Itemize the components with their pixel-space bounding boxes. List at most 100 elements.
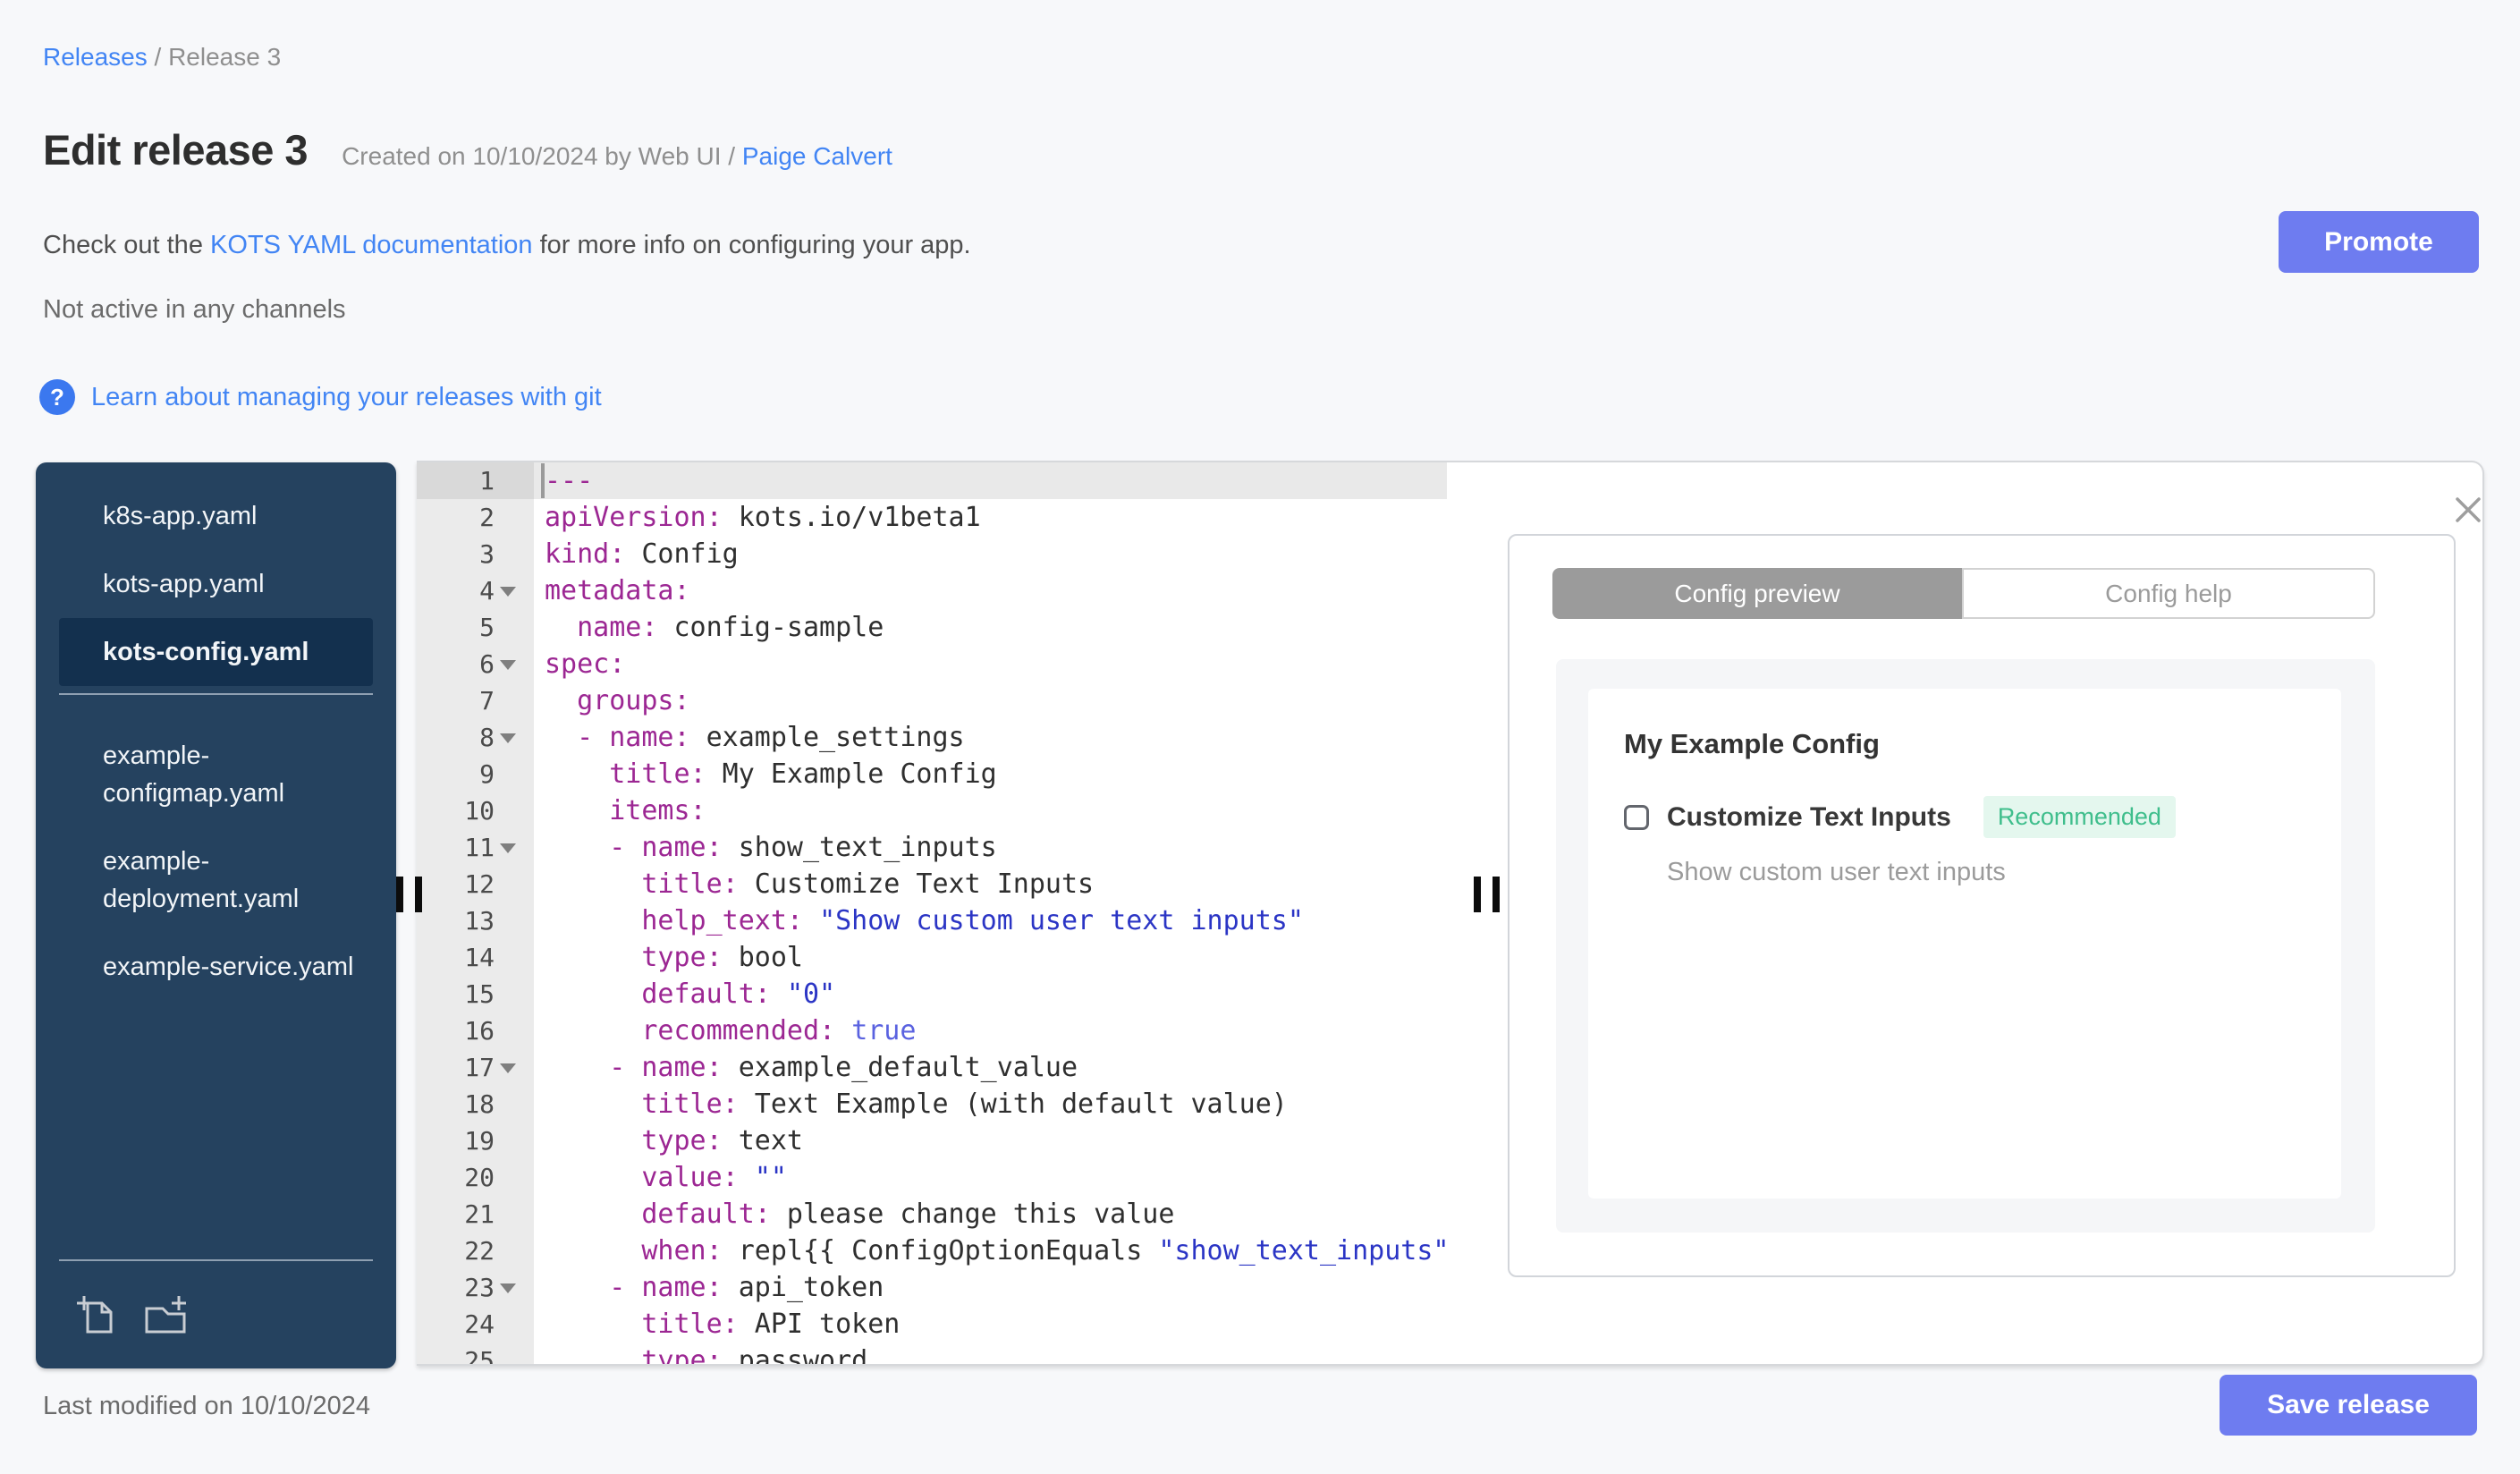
recommended-badge: Recommended — [1983, 796, 2176, 838]
created-by-link[interactable]: Paige Calvert — [742, 142, 892, 170]
sidebar-file-k8s-app.yaml[interactable]: k8s-app.yaml — [59, 482, 387, 550]
line-number: 24 — [417, 1306, 534, 1343]
code-line-16: 16 recommended: true — [417, 1012, 1447, 1049]
code-text: when: repl{{ ConfigOptionEquals "show_te… — [641, 1235, 1447, 1266]
close-icon[interactable] — [2452, 494, 2482, 529]
save-release-button[interactable]: Save release — [2220, 1375, 2477, 1436]
fold-arrow-icon[interactable] — [500, 660, 516, 670]
kots-yaml-doc-link[interactable]: KOTS YAML documentation — [210, 231, 533, 259]
pane-resizer-right[interactable] — [1474, 877, 1500, 912]
code-line-1: 1 --- — [417, 462, 1447, 499]
code-text: title: Text Example (with default value) — [641, 1089, 1288, 1120]
line-number: 6 — [417, 646, 534, 682]
line-number: 3 — [417, 536, 534, 572]
code-line-10: 10 items: — [417, 792, 1447, 829]
code-text: - name: example_settings — [577, 722, 965, 753]
code-line-3: 3 kind: Config — [417, 536, 1447, 572]
code-text: default: please change this value — [641, 1199, 1175, 1230]
sidebar-actions — [59, 1259, 373, 1368]
code-line-22: 22 when: repl{{ ConfigOptionEquals "show… — [417, 1233, 1447, 1269]
code-line-24: 24 title: API token — [417, 1306, 1447, 1343]
line-number: 18 — [417, 1086, 534, 1122]
code-line-25: 25 type: password — [417, 1343, 1447, 1364]
line-number: 21 — [417, 1196, 534, 1233]
sidebar-file-kots-app.yaml[interactable]: kots-app.yaml — [59, 550, 387, 618]
fold-arrow-icon[interactable] — [500, 1063, 516, 1073]
line-number: 7 — [417, 682, 534, 719]
text-cursor — [541, 463, 545, 498]
line-number: 13 — [417, 902, 534, 939]
tab-config-help[interactable]: Config help — [1962, 568, 2375, 619]
code-line-21: 21 default: please change this value — [417, 1196, 1447, 1233]
code-line-6: 6 spec: — [417, 646, 1447, 682]
code-text: type: bool — [641, 942, 803, 973]
sidebar-file-example-configmap.yaml[interactable]: example-configmap.yaml — [59, 722, 387, 827]
code-text: recommended: true — [641, 1015, 917, 1046]
code-text: title: My Example Config — [609, 758, 997, 790]
config-checkbox[interactable] — [1624, 804, 1649, 830]
code-text: type: password — [641, 1345, 868, 1364]
fold-arrow-icon[interactable] — [500, 843, 516, 853]
file-list-secondary: example-configmap.yaml example-deployment… — [36, 702, 396, 1001]
git-help-row[interactable]: ? Learn about managing your releases wit… — [39, 379, 602, 415]
sidebar-divider — [59, 693, 373, 695]
code-text: kind: Config — [545, 538, 739, 570]
fold-arrow-icon[interactable] — [500, 733, 516, 743]
line-number: 25 — [417, 1343, 534, 1364]
code-line-5: 5 name: config-sample — [417, 609, 1447, 646]
code-text: apiVersion: kots.io/v1beta1 — [545, 502, 981, 533]
git-help-link[interactable]: Learn about managing your releases with … — [91, 383, 602, 412]
pane-resizer-left[interactable] — [396, 877, 422, 912]
code-line-20: 20 value: "" — [417, 1159, 1447, 1196]
file-list-primary: k8s-app.yaml kots-app.yaml kots-config.yam… — [36, 462, 396, 686]
code-text: name: config-sample — [577, 612, 884, 643]
code-editor[interactable]: 1 --- 2 apiVersion: kots.io/v1beta1 3 kind: C… — [417, 462, 1447, 1364]
line-number: 8 — [417, 719, 534, 756]
promote-button[interactable]: Promote — [2279, 211, 2479, 273]
code-text: title: Customize Text Inputs — [641, 868, 1095, 900]
file-sidebar: k8s-app.yaml kots-app.yaml kots-config.yam… — [36, 462, 396, 1368]
code-line-12: 12 title: Customize Text Inputs — [417, 866, 1447, 902]
fold-arrow-icon[interactable] — [500, 1283, 516, 1293]
breadcrumb: Releases / Release 3 — [43, 43, 281, 72]
line-number: 12 — [417, 866, 534, 902]
line-number: 15 — [417, 976, 534, 1012]
new-file-icon[interactable] — [75, 1292, 118, 1338]
code-line-4: 4 metadata: — [417, 572, 1447, 609]
code-text: metadata: — [545, 575, 690, 606]
code-line-15: 15 default: "0" — [417, 976, 1447, 1012]
line-number: 23 — [417, 1269, 534, 1306]
config-item-help: Show custom user text inputs — [1667, 858, 2006, 886]
code-text: spec: — [545, 648, 626, 680]
last-modified-text: Last modified on 10/10/2024 — [43, 1392, 370, 1420]
code-text: items: — [609, 795, 706, 826]
sidebar-file-example-service.yaml[interactable]: example-service.yaml — [59, 933, 387, 1001]
code-line-23: 23 - name: api_token — [417, 1269, 1447, 1306]
line-number: 4 — [417, 572, 534, 609]
code-line-17: 17 - name: example_default_value — [417, 1049, 1447, 1086]
sidebar-file-kots-config.yaml[interactable]: kots-config.yaml — [59, 618, 373, 686]
sidebar-file-example-deployment.yaml[interactable]: example-deployment.yaml — [59, 827, 387, 933]
code-text: type: text — [641, 1125, 803, 1156]
line-number: 1 — [417, 462, 534, 499]
code-line-9: 9 title: My Example Config — [417, 756, 1447, 792]
breadcrumb-current: Release 3 — [168, 43, 282, 71]
channel-status: Not active in any channels — [43, 295, 346, 324]
line-number: 9 — [417, 756, 534, 792]
breadcrumb-releases-link[interactable]: Releases — [43, 43, 148, 71]
fold-arrow-icon[interactable] — [500, 587, 516, 597]
code-line-7: 7 groups: — [417, 682, 1447, 719]
tab-config-preview[interactable]: Config preview — [1552, 568, 1962, 619]
code-line-14: 14 type: bool — [417, 939, 1447, 976]
new-folder-icon[interactable] — [143, 1292, 190, 1338]
page-title: Edit release 3 — [43, 126, 309, 174]
code-text: - name: api_token — [609, 1272, 884, 1303]
line-number: 5 — [417, 609, 534, 646]
code-line-11: 11 - name: show_text_inputs — [417, 829, 1447, 866]
config-item-row: Customize Text Inputs Recommended — [1624, 796, 2305, 838]
line-number: 17 — [417, 1049, 534, 1086]
line-number: 14 — [417, 939, 534, 976]
line-number: 20 — [417, 1159, 534, 1196]
created-meta: Created on 10/10/2024 by Web UI / Paige … — [342, 142, 892, 170]
line-number: 16 — [417, 1012, 534, 1049]
